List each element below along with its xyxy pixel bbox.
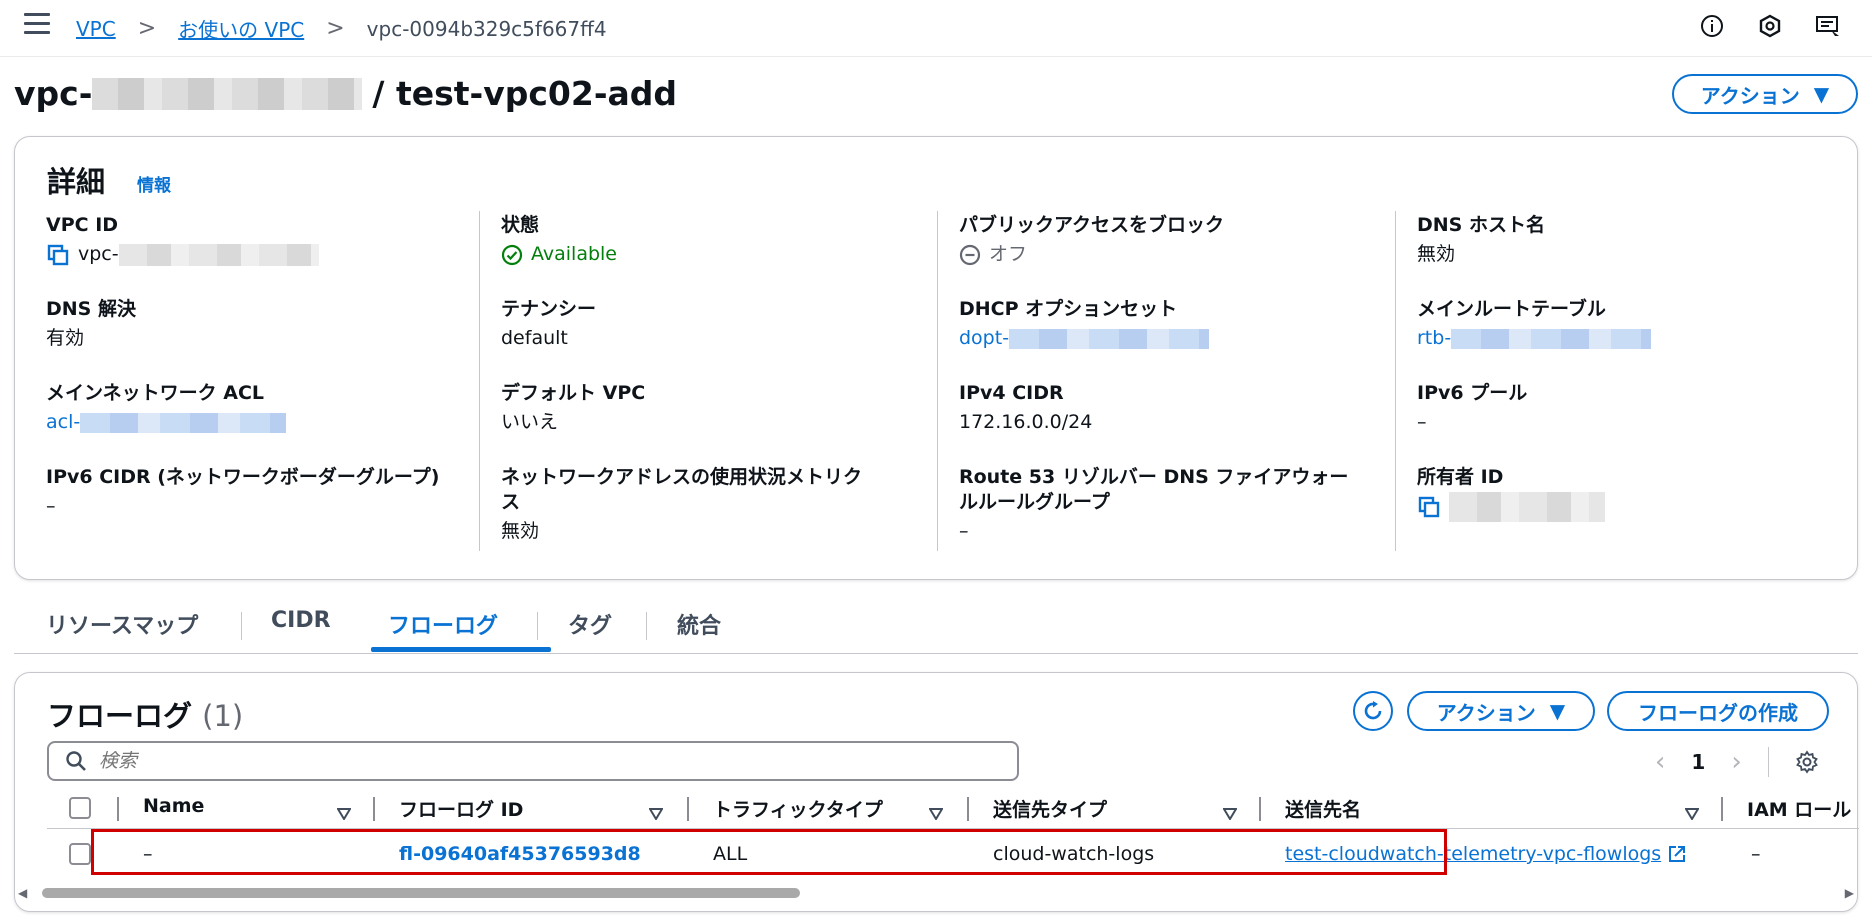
flow-logs-panel: フローログ (1) アクション ▼ フローログの作成 ‹ 1 › Name フロ… (14, 672, 1859, 912)
minus-circle-icon (959, 244, 981, 265)
redacted (118, 243, 319, 266)
sort-icon[interactable] (928, 801, 944, 825)
hexagon-icon[interactable] (1756, 12, 1784, 40)
sort-icon[interactable] (1684, 801, 1700, 825)
sort-icon[interactable] (336, 801, 352, 825)
field-dns-hostnames: DNS ホスト名 無効 (1417, 214, 1545, 265)
caret-down-icon: ▼ (1813, 82, 1830, 106)
settings-gear-icon[interactable] (1795, 750, 1819, 774)
route-table-link[interactable]: rtb- (1417, 324, 1451, 353)
field-tenancy: テナンシー default (501, 298, 597, 349)
info-icon[interactable] (1698, 12, 1726, 40)
flow-logs-count: (1) (202, 699, 244, 733)
caret-down-icon: ▼ (1549, 699, 1566, 723)
pagination: ‹ 1 › (1655, 747, 1819, 777)
redacted (1451, 328, 1652, 349)
top-navigation: VPC > お使いの VPC > vpc-0094b329c5f667ff4 (0, 0, 1872, 57)
col-iam-role[interactable]: IAM ロール (1747, 795, 1851, 822)
current-page[interactable]: 1 (1691, 750, 1705, 774)
scrollbar-thumb[interactable] (42, 888, 800, 898)
chevron-right-icon: > (326, 16, 345, 41)
refresh-button[interactable] (1353, 691, 1393, 731)
chevron-right-icon: > (137, 16, 157, 41)
refresh-icon (1364, 701, 1382, 720)
field-owner-id: 所有者 ID (1417, 463, 1605, 522)
col-destination-type[interactable]: 送信先タイプ (993, 795, 1107, 822)
title-suffix: / test-vpc02-add (372, 74, 678, 113)
horizontal-scrollbar[interactable]: ◀ ▶ (14, 884, 1858, 900)
scroll-right-icon[interactable]: ▶ (1845, 886, 1854, 900)
table-header: Name フローログ ID トラフィックタイプ 送信先タイプ 送信先名 IAM … (47, 787, 1859, 829)
dhcp-link[interactable]: dopt- (959, 324, 1009, 353)
menu-icon[interactable] (24, 13, 50, 35)
details-panel: 詳細 情報 VPC ID vpc- DNS 解決 有効 メインネットワーク AC… (14, 136, 1858, 580)
copy-icon[interactable] (1417, 495, 1441, 519)
redacted (80, 412, 287, 433)
details-column-4: DNS ホスト名 無効 メインルートテーブル rtb- IPv6 プール – 所… (1395, 211, 1853, 551)
field-metrics: ネットワークアドレスの使用状況メトリク ス 無効 (501, 466, 863, 542)
flow-logs-heading: フローログ (1) (47, 699, 244, 733)
redacted-vpc-id (92, 77, 363, 110)
details-column-3: パブリックアクセスをブロック オフ DHCP オプションセット dopt- IP… (937, 211, 1395, 551)
details-heading: 詳細 (47, 165, 106, 199)
title-prefix: vpc- (14, 74, 93, 113)
field-ipv6-cidr: IPv6 CIDR (ネットワークボーダーグループ) – (46, 466, 440, 517)
field-dns-resolution: DNS 解決 有効 (46, 298, 136, 349)
col-traffic-type[interactable]: トラフィックタイプ (713, 795, 883, 822)
breadcrumb-current: vpc-0094b329c5f667ff4 (366, 16, 607, 41)
field-state: 状態 Available (501, 214, 618, 265)
field-route53: Route 53 リゾルバー DNS ファイアウォー ルルールグループ – (959, 466, 1349, 542)
field-main-acl: メインネットワーク ACL acl- (46, 379, 287, 437)
prev-page-icon[interactable]: ‹ (1655, 747, 1665, 777)
search-icon (66, 751, 86, 771)
breadcrumb-vpc[interactable]: VPC (76, 17, 116, 41)
field-ipv4-cidr: IPv4 CIDR 172.16.0.0/24 (959, 382, 1093, 433)
field-ipv6-pool: IPv6 プール – (1417, 382, 1528, 433)
field-vpc-id: VPC ID vpc- (46, 211, 319, 269)
tab-bar: リソースマップ CIDR フローログ タグ 統合 (14, 600, 1858, 654)
redacted-owner-id (1449, 492, 1605, 522)
tab-cidr[interactable]: CIDR (271, 608, 331, 633)
info-link[interactable]: 情報 (137, 171, 171, 196)
cell-iam-role: – (1751, 843, 1761, 865)
select-all-checkbox[interactable] (69, 797, 91, 819)
tab-tags[interactable]: タグ (568, 608, 612, 640)
sort-icon[interactable] (648, 801, 664, 825)
redacted (1009, 328, 1210, 349)
copy-icon[interactable] (46, 243, 70, 267)
highlight-box (91, 829, 1447, 875)
breadcrumb-your-vpcs[interactable]: お使いの VPC (178, 14, 304, 43)
tab-flow-logs[interactable]: フローログ (388, 608, 498, 640)
details-column-2: 状態 Available テナンシー default デフォルト VPC いいえ… (479, 211, 937, 551)
page-title: vpc- / test-vpc02-add (14, 74, 677, 113)
sort-icon[interactable] (1222, 801, 1238, 825)
tab-integrations[interactable]: 統合 (677, 608, 721, 640)
actions-label: アクション (1700, 83, 1800, 108)
field-default-vpc: デフォルト VPC いいえ (501, 382, 646, 433)
check-circle-icon (501, 244, 523, 265)
external-link-icon (1669, 846, 1686, 862)
col-name[interactable]: Name (143, 795, 204, 817)
row-checkbox[interactable] (69, 843, 91, 865)
scroll-left-icon[interactable]: ◀ (18, 886, 27, 900)
col-flow-log-id[interactable]: フローログ ID (399, 795, 523, 822)
field-dhcp: DHCP オプションセット dopt- (959, 295, 1210, 353)
actions-button[interactable]: アクション ▼ (1672, 74, 1858, 114)
active-tab-indicator (371, 647, 551, 652)
search-box (47, 741, 1019, 781)
flow-logs-actions-button[interactable]: アクション ▼ (1407, 691, 1595, 731)
tab-resource-map[interactable]: リソースマップ (46, 608, 198, 640)
field-main-route-table: メインルートテーブル rtb- (1417, 295, 1652, 353)
breadcrumb: VPC > お使いの VPC > vpc-0094b329c5f667ff4 (76, 14, 607, 43)
search-input[interactable] (99, 750, 979, 772)
feedback-icon[interactable] (1814, 12, 1842, 40)
create-flow-log-button[interactable]: フローログの作成 (1607, 691, 1829, 731)
next-page-icon[interactable]: › (1731, 747, 1741, 777)
acl-link[interactable]: acl- (46, 408, 80, 437)
col-destination-name[interactable]: 送信先名 (1285, 795, 1361, 822)
field-block-public-access: パブリックアクセスをブロック オフ (959, 214, 1225, 265)
